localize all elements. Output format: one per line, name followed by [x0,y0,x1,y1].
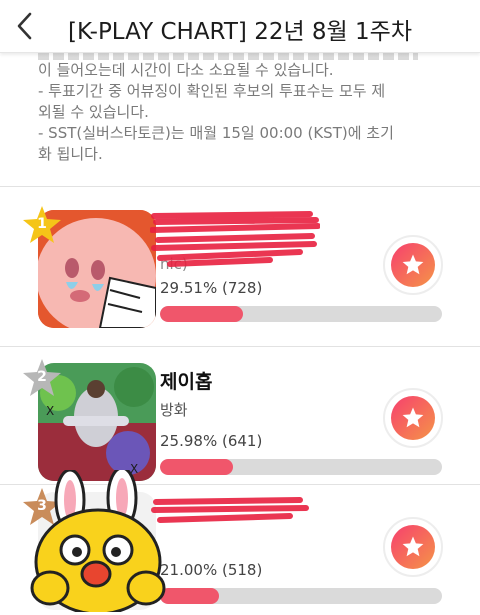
star-icon [402,407,424,428]
song-title: nic) [160,255,188,273]
vote-progress-bar [160,588,442,604]
vote-button[interactable] [383,388,443,448]
vote-progress-fill [160,306,244,322]
chart-item-rank-1[interactable]: 1 nic) 29.51% (728) [0,198,480,333]
vote-progress-bar [160,306,442,322]
notice-text: 이 들어오는데 시간이 다소 소요될 수 있습니다. - 투표기간 중 어뷰징이… [38,52,458,165]
sticker-character [30,470,166,612]
svg-text:X: X [46,404,54,418]
page-title: [K-PLAY CHART] 22년 8월 1주차 [68,19,412,45]
divider [0,346,480,347]
vote-button[interactable] [383,517,443,577]
divider [0,186,480,187]
rank-badge: 2 [22,358,62,398]
notice-line: - SST(실버스타토큰)는 매월 15일 00:00 (KST)에 초기 [38,124,394,142]
redaction-scribble [151,497,309,523]
chart-item-rank-2[interactable]: X X 2 제이홉 방화 25.98% (641) [0,351,480,486]
vote-button[interactable] [383,235,443,295]
star-icon [402,536,424,557]
rank-number: 1 [37,216,47,232]
rank-badge: 1 [22,205,62,245]
rank-number: 2 [37,369,47,385]
notice-line: 외될 수 있습니다. [38,103,149,121]
artist-name: 제이홉 [160,371,213,393]
notice-line: 이 들어오는데 시간이 다소 소요될 수 있습니다. [38,61,334,79]
vote-percentage: 21.00% (518) [160,561,263,579]
app-header: [K-PLAY CHART] 22년 8월 1주차 [0,0,480,53]
vote-percentage: 29.51% (728) [160,279,263,297]
vote-progress-fill [160,459,234,475]
notice-line: 화 됩니다. [38,145,103,163]
song-title: 방화 [160,401,188,419]
star-icon [402,254,424,275]
vote-progress-bar [160,459,442,475]
notice-line: - 투표기간 중 어뷰징이 확인된 후보의 투표수는 모두 제 [38,82,386,100]
vote-percentage: 25.98% (641) [160,432,263,450]
